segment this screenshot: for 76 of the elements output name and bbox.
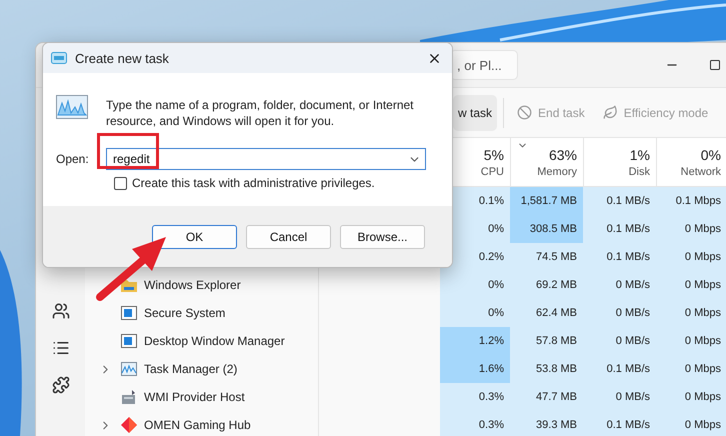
toolbox-icon [121, 389, 137, 405]
table-cell: 0 Mbps [656, 271, 726, 299]
usage-percent: 63% [548, 146, 577, 162]
table-cell: 0 Mbps [656, 383, 726, 411]
list-icon[interactable] [52, 339, 70, 357]
table-cell: 0.1 MB/s [583, 215, 656, 243]
dialog-message: Type the name of a program, folder, document, or Internet resource, and Windows will open it for you. [106, 97, 415, 129]
process-name[interactable]: WMI Provider Host [144, 390, 245, 404]
dialog-title: Create new task [75, 50, 169, 66]
process-name[interactable]: Task Manager (2) [144, 362, 238, 376]
table-cell: 0.3% [440, 411, 510, 436]
table-cell: 1,581.7 MB [510, 187, 583, 215]
open-label: Open: [56, 152, 90, 166]
open-input-field[interactable]: regedit [106, 148, 426, 170]
table-cell: 53.8 MB [510, 355, 583, 383]
leaf-icon [602, 105, 618, 120]
table-cell: 0 Mbps [656, 299, 726, 327]
app-window-icon [121, 306, 137, 320]
table-cell: 0% [440, 271, 510, 299]
table-cell: 69.2 MB [510, 271, 583, 299]
table-cell: 57.8 MB [510, 327, 583, 355]
table-cell: 0 Mbps [656, 411, 726, 436]
usage-percent: 1% [630, 146, 650, 162]
table-cell: 0 Mbps [656, 355, 726, 383]
table-cell: 39.3 MB [510, 411, 583, 436]
stop-icon [517, 105, 532, 120]
table-cell: 0.1 MB/s [583, 187, 656, 215]
table-cell: 0 Mbps [656, 327, 726, 355]
ok-button[interactable]: OK [152, 225, 237, 249]
process-name[interactable]: OMEN Gaming Hub [144, 418, 251, 432]
app-window-icon [121, 334, 137, 348]
cancel-button[interactable]: Cancel [246, 225, 331, 249]
table-cell: 74.5 MB [510, 243, 583, 271]
search-field[interactable]: , or Pl... [450, 50, 518, 80]
table-cell: 0.1 MB/s [583, 411, 656, 436]
usage-percent: 5% [484, 146, 504, 162]
usage-percent: 0% [700, 146, 721, 162]
process-name[interactable]: Secure System [144, 306, 226, 320]
maximize-icon[interactable] [709, 59, 721, 71]
table-cell: 0 Mbps [656, 215, 726, 243]
browse-button[interactable]: Browse... [340, 225, 425, 249]
column-header[interactable]: 63% Memory [510, 138, 583, 187]
table-cell: 0.1 MB/s [583, 355, 656, 383]
table-cell: 1.2% [440, 327, 510, 355]
table-cell: 0.1 Mbps [656, 187, 726, 215]
column-label: Disk [628, 166, 650, 178]
table-cell: 0 MB/s [583, 383, 656, 411]
process-name[interactable]: Desktop Window Manager [144, 334, 285, 348]
table-cell: 0 MB/s [583, 271, 656, 299]
diamond-icon [121, 417, 137, 433]
process-name[interactable]: Windows Explorer [144, 278, 241, 292]
table-cell: 0% [440, 299, 510, 327]
table-cell: 308.5 MB [510, 215, 583, 243]
column-label: Network [680, 166, 721, 178]
column-header[interactable]: 0% Network [656, 138, 726, 187]
highlight-frame [97, 133, 159, 169]
chart-icon [56, 95, 88, 119]
table-cell: 62.4 MB [510, 299, 583, 327]
table-cell: 0 MB/s [583, 299, 656, 327]
folder-icon [121, 278, 137, 292]
table-cell: 47.7 MB [510, 383, 583, 411]
table-cell: 0.1 MB/s [583, 243, 656, 271]
chart-icon [121, 362, 137, 376]
table-cell: 1.6% [440, 355, 510, 383]
column-label: CPU [480, 166, 504, 178]
table-cell: 0.3% [440, 383, 510, 411]
table-cell: 0 Mbps [656, 243, 726, 271]
column-header[interactable]: 1% Disk [583, 138, 656, 187]
run-task-button[interactable]: w task [453, 94, 498, 130]
checkbox[interactable] [114, 176, 127, 190]
table-cell: 0 MB/s [583, 327, 656, 355]
users-icon[interactable] [52, 302, 70, 320]
app-window-icon [51, 52, 67, 64]
column-label: Memory [537, 166, 577, 178]
puzzle-icon[interactable] [52, 376, 70, 394]
checkbox-label: Create this task with administrative privileges. [132, 176, 375, 190]
